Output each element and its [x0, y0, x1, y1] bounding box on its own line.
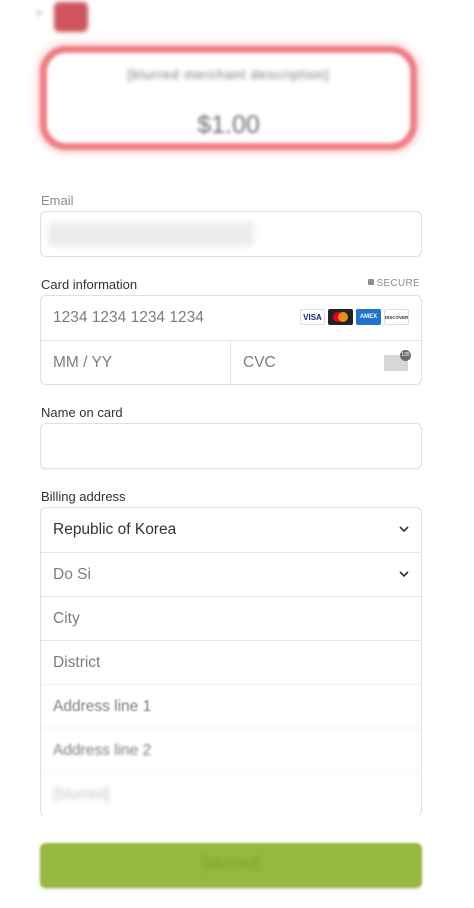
lock-icon	[367, 279, 374, 285]
province-placeholder: Do Si	[53, 566, 91, 583]
order-amount: $1.00	[197, 111, 260, 139]
visa-icon: VISA	[300, 309, 325, 325]
email-value	[48, 222, 254, 246]
mastercard-icon	[328, 309, 353, 325]
address-line-1-placeholder: Address line 1	[53, 698, 152, 715]
email-label: Email	[41, 193, 74, 208]
billing-address-group: Republic of Korea Do Si City District Ad…	[40, 507, 422, 817]
cvc-card-icon	[384, 350, 411, 371]
country-select[interactable]: Republic of Korea	[41, 508, 421, 552]
province-select[interactable]: Do Si	[41, 552, 421, 596]
district-input[interactable]: District	[41, 640, 421, 684]
cvc-input[interactable]: CVC	[231, 340, 421, 384]
postal-code-input[interactable]: [blurred]	[41, 772, 421, 816]
cvc-placeholder: CVC	[243, 354, 276, 371]
address-line-2-input[interactable]: Address line 2	[41, 728, 421, 772]
card-information-label: Card information	[41, 277, 138, 292]
chevron-down-icon	[399, 526, 409, 533]
expiry-input[interactable]: MM / YY	[41, 340, 231, 384]
order-summary-card: [blurred merchant description] $1.00	[40, 46, 417, 150]
expiry-placeholder: MM / YY	[53, 354, 113, 371]
pay-button-label: [blurred]	[201, 855, 261, 872]
city-input[interactable]: City	[41, 596, 421, 640]
pay-button[interactable]: [blurred]	[40, 843, 422, 888]
postal-code-placeholder: [blurred]	[53, 786, 110, 803]
secure-badge: SECURE	[367, 278, 420, 289]
card-number-placeholder: 1234 1234 1234 1234	[53, 309, 204, 326]
order-description: [blurred merchant description]	[127, 67, 330, 82]
country-value: Republic of Korea	[53, 521, 177, 538]
address-line-1-input[interactable]: Address line 1	[41, 684, 421, 728]
billing-address-label: Billing address	[41, 489, 126, 504]
amex-icon: AMEX	[356, 309, 381, 325]
card-brand-logos: VISA AMEX DISCOVER	[300, 309, 409, 325]
card-number-input[interactable]: 1234 1234 1234 1234 VISA AMEX DISCOVER	[41, 296, 421, 340]
email-field[interactable]	[40, 211, 422, 257]
district-placeholder: District	[53, 654, 101, 671]
chevron-down-icon	[399, 571, 409, 578]
address-line-2-placeholder: Address line 2	[53, 742, 152, 759]
name-on-card-label: Name on card	[41, 405, 123, 420]
back-arrow-icon[interactable]	[36, 10, 42, 16]
city-placeholder: City	[53, 610, 80, 627]
discover-icon: DISCOVER	[384, 309, 409, 325]
merchant-logo	[54, 2, 88, 32]
card-information-group: 1234 1234 1234 1234 VISA AMEX DISCOVER M…	[40, 295, 422, 385]
name-on-card-input[interactable]	[40, 423, 422, 469]
